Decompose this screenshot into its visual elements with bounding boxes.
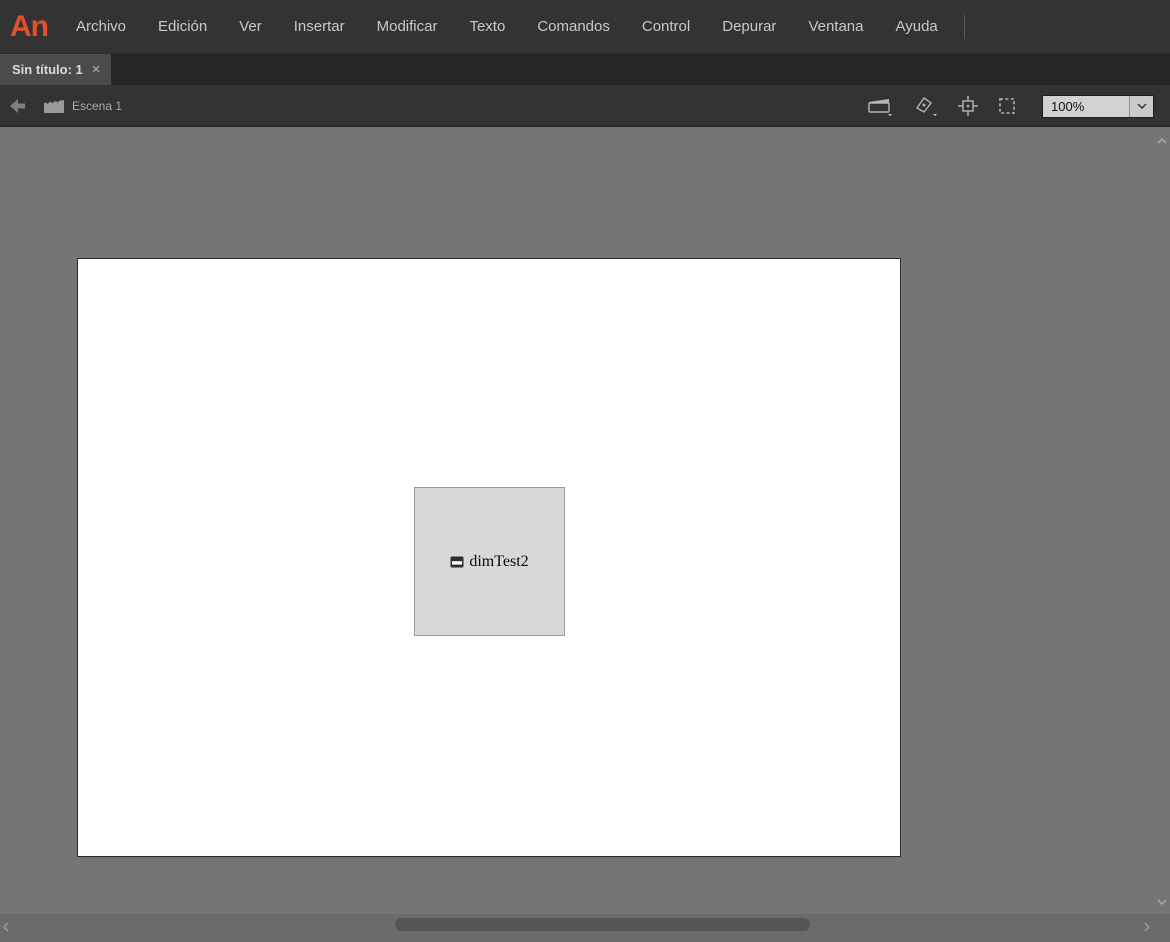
zoom-value: 100%	[1051, 98, 1085, 114]
breadcrumb-scene[interactable]: Escena 1	[44, 97, 123, 114]
document-tab[interactable]: Sin título: 1 ×	[0, 54, 111, 85]
horizontal-scrollbar[interactable]	[0, 914, 1170, 942]
scene-label: Escena 1	[72, 98, 123, 113]
center-frame-button[interactable]	[956, 94, 980, 118]
menu-item-modificar[interactable]: Modificar	[361, 0, 454, 54]
clapperboard-icon	[44, 97, 64, 113]
app-logo[interactable]: An	[0, 0, 60, 54]
chevron-down-icon	[1129, 95, 1153, 117]
edit-symbols-button[interactable]	[911, 94, 941, 118]
chevron-up-icon[interactable]	[1157, 131, 1167, 149]
chevron-right-icon[interactable]	[1144, 919, 1151, 937]
clip-content-icon	[999, 98, 1015, 114]
edit-scene-clapperboard-icon	[868, 99, 892, 116]
menu-item-ayuda[interactable]: Ayuda	[880, 0, 954, 54]
menu-item-comandos[interactable]: Comandos	[521, 0, 626, 54]
vertical-scrollbar[interactable]	[1154, 127, 1170, 914]
center-frame-icon	[958, 96, 978, 116]
menu-item-depurar[interactable]: Depurar	[706, 0, 792, 54]
clip-content-button[interactable]	[995, 94, 1019, 118]
stage[interactable]: dimTest2	[77, 258, 901, 857]
menu-item-control[interactable]: Control	[626, 0, 706, 54]
document-tab-bar: Sin título: 1 ×	[0, 54, 1170, 85]
symbol-instance[interactable]: dimTest2	[414, 487, 565, 636]
chevron-down-icon[interactable]	[1157, 892, 1167, 910]
edit-scene-button[interactable]	[866, 94, 896, 118]
menu-item-archivo[interactable]: Archivo	[60, 0, 142, 54]
menu-bar: An Archivo Edición Ver Insertar Modifica…	[0, 0, 1170, 54]
symbol-label: dimTest2	[469, 552, 529, 570]
menu-item-edicion[interactable]: Edición	[142, 0, 223, 54]
close-icon[interactable]: ×	[92, 62, 101, 77]
menu-item-insertar[interactable]: Insertar	[278, 0, 361, 54]
back-button[interactable]	[0, 85, 34, 127]
pasteboard[interactable]: dimTest2	[0, 127, 1170, 914]
menu-item-ver[interactable]: Ver	[223, 0, 278, 54]
menu-item-texto[interactable]: Texto	[453, 0, 521, 54]
horizontal-scroll-thumb[interactable]	[395, 918, 810, 931]
zoom-select[interactable]: 100%	[1042, 94, 1154, 118]
menu-separator	[963, 14, 965, 39]
chevron-left-icon[interactable]	[2, 919, 9, 937]
menu-item-ventana[interactable]: Ventana	[792, 0, 879, 54]
edit-bar: Escena 1 100%	[0, 85, 1170, 127]
back-arrow-icon	[10, 98, 25, 113]
edit-symbols-icon	[915, 97, 937, 116]
tab-label: Sin título: 1	[12, 62, 83, 77]
edit-bar-right-controls: 100%	[866, 85, 1154, 127]
movieclip-icon	[450, 556, 464, 567]
